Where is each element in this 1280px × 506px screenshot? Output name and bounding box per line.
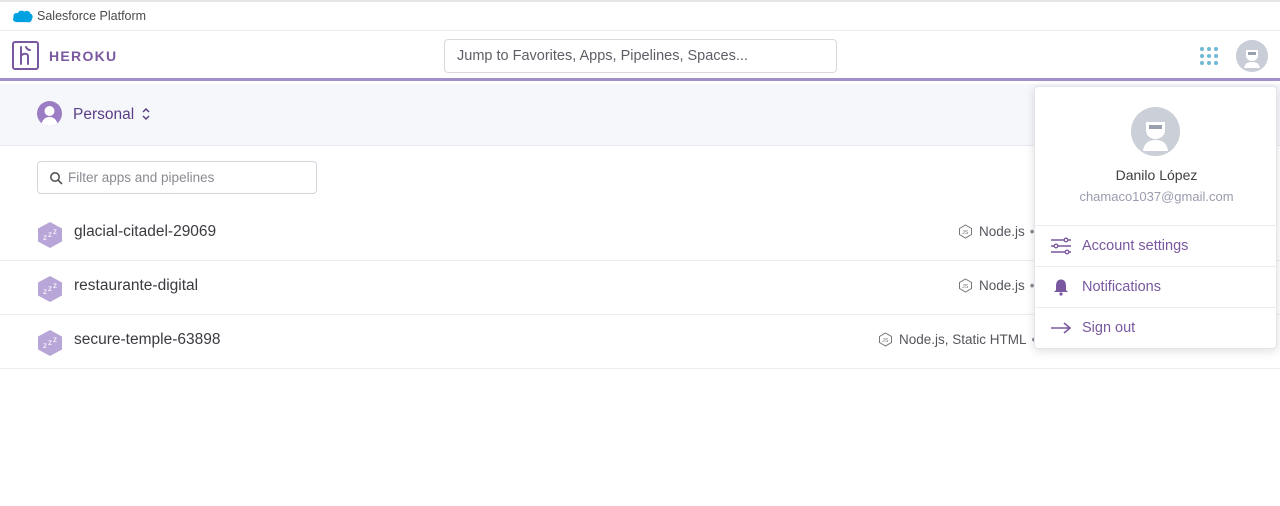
app-language: JS Node.js • [958,224,1035,239]
sleeping-dyno-icon: z z z [38,276,62,302]
sign-out-label: Sign out [1082,320,1136,336]
search-icon [50,172,63,185]
svg-text:z: z [43,287,47,296]
svg-text:z: z [48,284,52,293]
app-language: JS Node.js, Static HTML • [878,332,1036,347]
svg-text:JS: JS [962,230,969,236]
bell-icon [1054,279,1068,296]
team-switcher-label[interactable]: Personal [73,106,134,124]
svg-text:z: z [53,227,57,236]
arrow-right-icon [1051,322,1072,334]
app-name[interactable]: restaurante-digital [74,277,198,295]
svg-text:z: z [53,335,57,344]
sleeping-dyno-icon: z z z [38,222,62,248]
apps-grid-icon[interactable] [1200,47,1218,65]
salesforce-cloud-icon [13,10,33,23]
svg-text:JS: JS [882,338,889,344]
svg-text:z: z [48,230,52,239]
app-language-label: Node.js [979,278,1025,293]
svg-text:z: z [43,233,47,242]
app-name[interactable]: secure-temple-63898 [74,331,220,349]
account-user-name: Danilo López [1115,167,1198,183]
app-language-label: Node.js, Static HTML [899,332,1027,347]
notifications-menu-item[interactable]: Notifications [1035,266,1278,307]
heroku-logo-text: HEROKU [49,47,118,64]
app-language: JS Node.js • [958,278,1035,293]
sign-out-menu-item[interactable]: Sign out [1035,307,1278,348]
heroku-logo-icon [12,41,39,70]
svg-text:JS: JS [962,284,969,290]
account-user-email: chamaco1037@gmail.com [1079,189,1234,204]
svg-text:z: z [48,338,52,347]
notifications-label: Notifications [1082,279,1161,295]
app-name[interactable]: glacial-citadel-29069 [74,223,216,241]
account-dropdown-menu: Danilo López chamaco1037@gmail.com Accou… [1034,86,1278,349]
account-settings-menu-item[interactable]: Account settings [1035,225,1278,266]
nodejs-icon: JS [879,332,892,347]
account-avatar-button[interactable] [1236,40,1268,72]
salesforce-platform-label: Salesforce Platform [37,9,147,23]
filter-apps-input[interactable] [68,162,308,193]
user-avatar-icon [1131,107,1180,156]
svg-text:z: z [53,281,57,290]
chevron-up-down-icon[interactable] [141,107,151,121]
top-header: HEROKU [0,31,1280,81]
heroku-logo[interactable]: HEROKU [12,41,117,70]
salesforce-platform-bar: Salesforce Platform [0,0,1280,31]
personal-account-icon [37,101,62,126]
svg-text:z: z [43,341,47,350]
sleeping-dyno-icon: z z z [38,330,62,356]
global-search-input[interactable] [444,39,837,73]
filter-apps-field[interactable] [37,161,317,194]
nodejs-icon: JS [959,278,972,293]
app-language-label: Node.js [979,224,1025,239]
settings-sliders-icon [1051,237,1071,255]
account-settings-label: Account settings [1082,238,1189,254]
nodejs-icon: JS [959,224,972,239]
user-avatar-icon [1236,40,1268,72]
